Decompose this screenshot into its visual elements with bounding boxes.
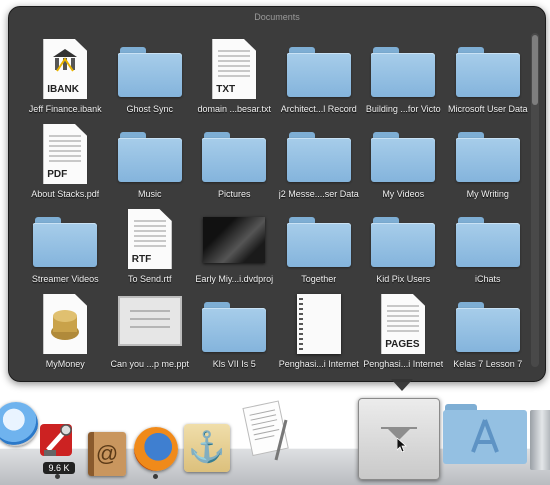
- stack-item[interactable]: MyMoney: [23, 292, 108, 377]
- folder-icon: [371, 47, 436, 97]
- stack-item-label: domain ...besar.txt: [197, 104, 272, 114]
- stack-item-label: j2 Messe....ser Data: [278, 189, 359, 199]
- stack-item-label: Jeff Finance.ibank: [28, 104, 102, 114]
- folder-icon: [286, 217, 351, 267]
- stack-item-label: Pictures: [217, 189, 251, 199]
- address-book-icon[interactable]: @: [88, 432, 126, 476]
- stack-item[interactable]: RTF To Send.rtf: [108, 207, 193, 292]
- stack-item[interactable]: Architect...l Record: [277, 37, 362, 122]
- folder-icon: [33, 217, 98, 267]
- document-icon: RTF: [127, 209, 172, 269]
- stack-item-label: Can you ...p me.ppt: [110, 359, 190, 369]
- stack-title: Documents: [254, 12, 300, 22]
- stack-item[interactable]: j2 Messe....ser Data: [277, 122, 362, 207]
- file-extension-label: PAGES: [385, 339, 420, 350]
- folder-icon: [371, 132, 436, 182]
- running-indicator: [55, 474, 60, 479]
- stack-item-label: iChats: [474, 274, 501, 284]
- folder-icon: [455, 217, 520, 267]
- file-extension-label: PDF: [47, 169, 68, 180]
- document-icon: PDF: [43, 124, 88, 184]
- file-extension-label: RTF: [131, 254, 152, 265]
- stack-item-label: To Send.rtf: [127, 274, 172, 284]
- stack-item[interactable]: TXT domain ...besar.txt: [192, 37, 277, 122]
- stack-item-label: Penghasi...i Internet: [363, 359, 444, 369]
- applications-folder-icon[interactable]: [443, 402, 527, 464]
- stack-item[interactable]: Kid Pix Users: [361, 207, 446, 292]
- stack-item-label: My Writing: [466, 189, 509, 199]
- folder-icon: [117, 132, 182, 182]
- scrollbar-thumb[interactable]: [532, 35, 538, 105]
- stack-item[interactable]: Kls VII Is 5: [192, 292, 277, 377]
- notebook-document-icon: [296, 294, 341, 354]
- stack-item-label: My Videos: [382, 189, 425, 199]
- file-extension-label: TXT: [216, 84, 236, 95]
- firefox-icon[interactable]: [134, 427, 178, 471]
- document-icon: TXT: [212, 39, 257, 99]
- folder-icon: [371, 217, 436, 267]
- stack-item[interactable]: Microsoft User Data: [446, 37, 531, 122]
- ibank-balance-badge: 9.6 K: [43, 462, 75, 474]
- stack-item-label: Kid Pix Users: [376, 274, 431, 284]
- stack-item[interactable]: My Videos: [361, 122, 446, 207]
- stack-item[interactable]: Streamer Videos: [23, 207, 108, 292]
- stack-item-label: Streamer Videos: [31, 274, 99, 284]
- stack-pointer: [391, 379, 413, 391]
- ibank-document-icon: IBANK: [43, 39, 88, 99]
- stack-item[interactable]: Penghasi...i Internet: [277, 292, 362, 377]
- stack-item[interactable]: Pictures: [192, 122, 277, 207]
- folder-icon: [455, 132, 520, 182]
- trash-icon[interactable]: [530, 410, 550, 470]
- stack-item-label: Together: [301, 274, 337, 284]
- stack-item-label: Ghost Sync: [126, 104, 174, 114]
- dvd-project-icon: [203, 217, 266, 263]
- stack-item[interactable]: iChats: [446, 207, 531, 292]
- stack-item[interactable]: Can you ...p me.ppt: [108, 292, 193, 377]
- stack-item[interactable]: IBANK Jeff Finance.ibank: [23, 37, 108, 122]
- stack-item[interactable]: Early Miy...i.dvdproj: [192, 207, 277, 292]
- money-document-icon: [43, 294, 88, 354]
- stack-item-label: Penghasi...i Internet: [278, 359, 359, 369]
- stack-item-label: Building ...for Victo: [365, 104, 441, 114]
- safari-icon[interactable]: [0, 402, 38, 446]
- mouse-cursor-icon: [397, 438, 407, 452]
- folder-icon: [117, 47, 182, 97]
- folder-icon: [202, 132, 267, 182]
- documents-stack-panel: Documents IBANK Jeff Finance.ibank Ghost S…: [8, 6, 546, 382]
- stack-item-label: Architect...l Record: [280, 104, 357, 114]
- stack-item-label: Kelas 7 Lesson 7: [453, 359, 523, 369]
- ibank-dock-icon[interactable]: [36, 416, 78, 464]
- stack-item-label: About Stacks.pdf: [31, 189, 100, 199]
- stack-item-label: Early Miy...i.dvdproj: [195, 274, 274, 284]
- stack-item[interactable]: Kelas 7 Lesson 7: [446, 292, 531, 377]
- stack-grid: IBANK Jeff Finance.ibank Ghost Sync TXT doma…: [23, 37, 529, 377]
- folder-icon: [455, 47, 520, 97]
- folder-icon: [286, 132, 351, 182]
- folder-icon: [286, 47, 351, 97]
- stack-scrollbar[interactable]: [531, 33, 539, 367]
- stack-item-label: Kls VII Is 5: [212, 359, 256, 369]
- stack-item-label: Music: [137, 189, 162, 199]
- presentation-thumbnail-icon: [117, 296, 182, 346]
- stack-item[interactable]: PDF About Stacks.pdf: [23, 122, 108, 207]
- stack-item-label: MyMoney: [45, 359, 85, 369]
- running-indicator: [153, 474, 158, 479]
- stack-item[interactable]: Music: [108, 122, 193, 207]
- file-extension-label: IBANK: [47, 84, 79, 95]
- stack-item[interactable]: PAGES Penghasi...i Internet: [361, 292, 446, 377]
- folder-icon: [455, 302, 520, 352]
- stack-item[interactable]: Ghost Sync: [108, 37, 193, 122]
- document-icon: PAGES: [381, 294, 426, 354]
- anchor-scroll-icon[interactable]: ⚓: [184, 424, 230, 472]
- stack-item[interactable]: My Writing: [446, 122, 531, 207]
- stack-item[interactable]: Together: [277, 207, 362, 292]
- textedit-icon[interactable]: [240, 394, 294, 466]
- folder-icon: [202, 302, 267, 352]
- stack-item[interactable]: Building ...for Victo: [361, 37, 446, 122]
- stack-item-label: Microsoft User Data: [447, 104, 528, 114]
